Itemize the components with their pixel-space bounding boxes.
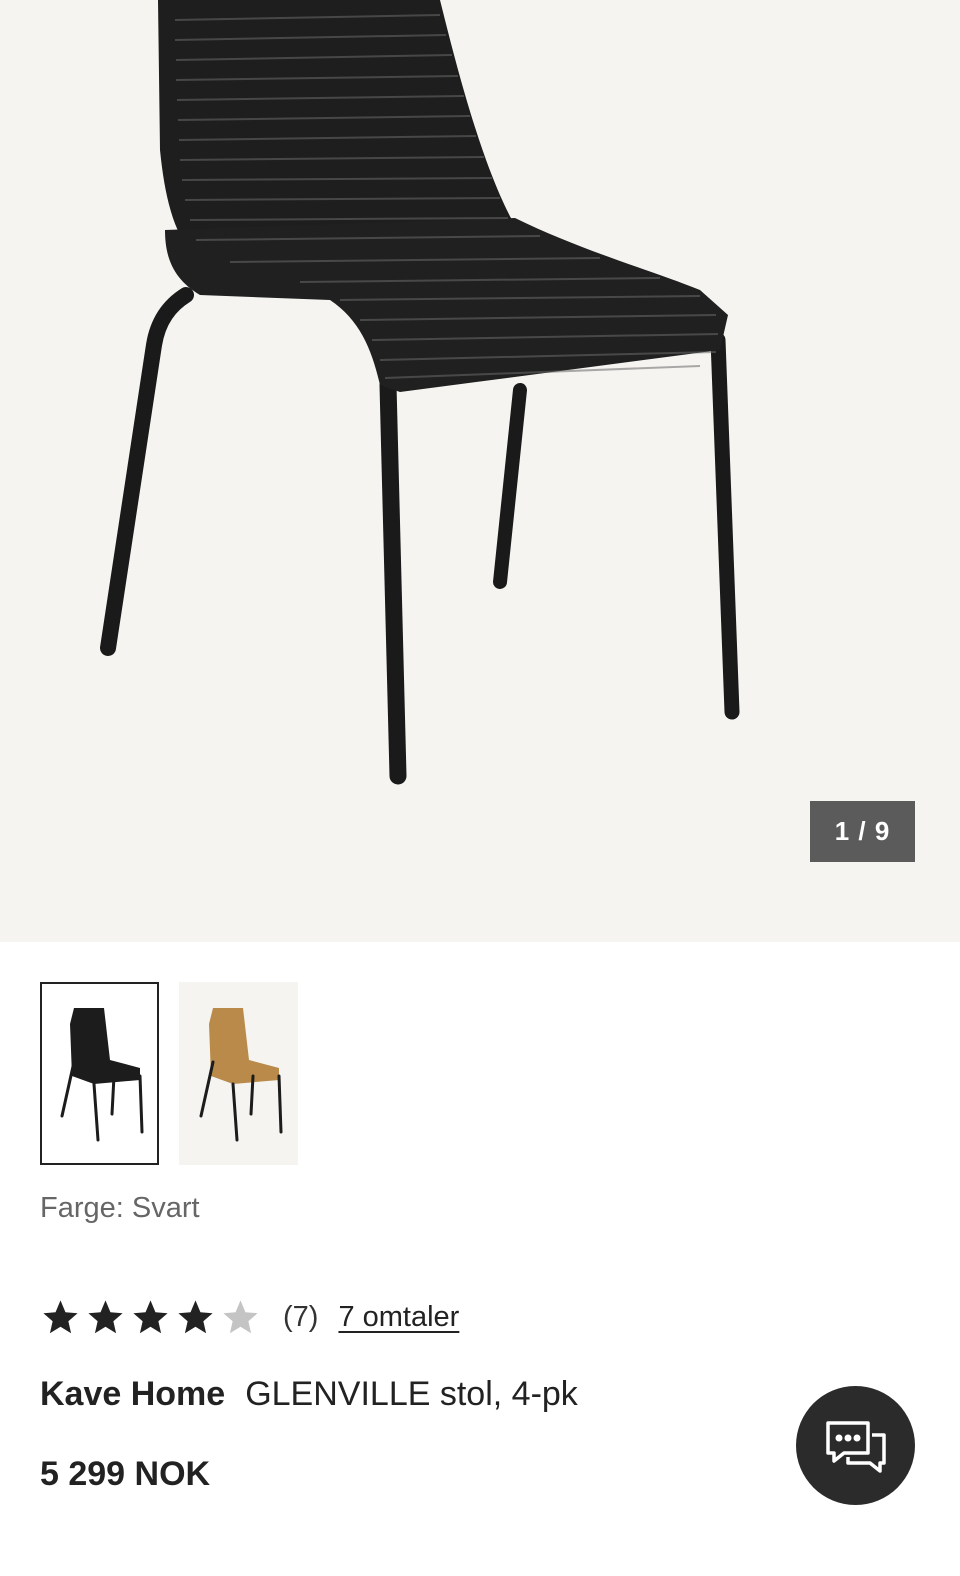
product-name: GLENVILLE stol, 4-pk [245, 1375, 578, 1413]
product-title: Kave Home GLENVILLE stol, 4-pk [40, 1375, 578, 1414]
rating-count: (7) [283, 1300, 319, 1333]
star-rating [40, 1297, 261, 1338]
chat-button[interactable] [796, 1386, 915, 1505]
color-thumbnails [40, 982, 298, 1165]
reviews-link[interactable]: 7 omtaler [338, 1301, 459, 1334]
selected-color-label: Farge: Svart [40, 1192, 200, 1224]
thumbnail-natural-chair[interactable] [179, 982, 298, 1165]
image-counter: 1 / 9 [810, 801, 915, 862]
star-filled-icon [43, 1299, 78, 1333]
star-filled-icon [178, 1299, 213, 1333]
star-filled-icon [133, 1299, 168, 1333]
product-image-gallery[interactable]: 1 / 9 [0, 0, 960, 942]
brand-name[interactable]: Kave Home [40, 1375, 225, 1413]
thumbnail-black-chair[interactable] [40, 982, 159, 1165]
star-empty-icon [223, 1299, 258, 1333]
chat-bubbles-icon [825, 1420, 886, 1473]
black-chair-thumbnail-image [60, 1007, 144, 1141]
natural-chair-thumbnail-image [199, 1007, 283, 1141]
product-price: 5 299 NOK [40, 1455, 211, 1493]
rating-row: (7) 7 omtaler [40, 1294, 459, 1340]
star-filled-icon [88, 1299, 123, 1333]
